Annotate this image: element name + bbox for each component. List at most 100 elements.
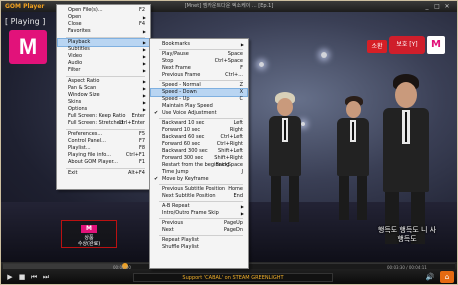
menu-item-label: Next Subtitle Position bbox=[162, 193, 216, 199]
menu-item-label: Audio bbox=[68, 60, 83, 66]
submenu-arrow-icon: ▶ bbox=[142, 100, 146, 105]
menu-separator bbox=[159, 80, 243, 81]
ad-banner[interactable]: Support 'CABAL' on STEAM GREENLIGHT bbox=[133, 273, 333, 282]
menu-item-repeat-playlist[interactable]: Repeat Playlist bbox=[151, 237, 247, 244]
volume-icon[interactable]: 🔊 bbox=[425, 272, 435, 282]
menu-item-maintain-play-speed[interactable]: Maintain Play Speed bbox=[151, 103, 247, 110]
menu-item-playlist[interactable]: Playlist... F8 bbox=[58, 145, 149, 152]
video-subtitle: 행득도 행득도 니 사 행득도 bbox=[365, 226, 449, 244]
menu-item-shuffle-playlist[interactable]: Shuffle Playlist bbox=[151, 244, 247, 251]
submenu-arrow-icon: ▶ bbox=[142, 47, 146, 52]
minimize-button[interactable]: _ bbox=[423, 3, 431, 10]
menu-item-label: About GOM Player... bbox=[68, 159, 118, 165]
menu-item-shortcut: Shift+Left bbox=[218, 148, 243, 154]
menu-item-open[interactable]: Open ▶ bbox=[58, 14, 149, 21]
menu-item-label: Bookmarks bbox=[162, 41, 190, 47]
submenu-arrow-icon: ▶ bbox=[142, 79, 146, 84]
menu-item-close[interactable]: Close F4 bbox=[58, 21, 149, 28]
menu-item-label: Backward 60 sec bbox=[162, 134, 205, 140]
menu-item-use-voice-adjustment[interactable]: ✔ Use Voice Adjustment bbox=[151, 110, 247, 117]
context-menu: Open File(s)... F2 Open ▶ Close F4 Favorites ▶ P… bbox=[56, 4, 151, 190]
menu-item-skins[interactable]: Skins ▶ bbox=[58, 99, 149, 106]
submenu-arrow-icon: ▶ bbox=[142, 93, 146, 98]
stage-light bbox=[301, 122, 305, 126]
submenu-arrow-icon: ▶ bbox=[240, 204, 244, 209]
menu-item-full-screen-stretched[interactable]: Full Screen: Stretched Ctrl+Enter bbox=[58, 120, 149, 127]
maximize-button[interactable]: □ bbox=[433, 3, 441, 10]
menu-item-full-screen-keep-ratio[interactable]: Full Screen: Keep Ratio Enter bbox=[58, 113, 149, 120]
menu-item-next-subtitle-position[interactable]: Next Subtitle Position End bbox=[151, 193, 247, 200]
menu-separator bbox=[159, 184, 243, 185]
menu-item-shortcut: BackSpace bbox=[215, 162, 243, 168]
checkmark-icon: ✔ bbox=[154, 110, 159, 116]
menu-item-favorites[interactable]: Favorites ▶ bbox=[58, 28, 149, 35]
menu-item-next-frame[interactable]: Next Frame F bbox=[151, 65, 247, 72]
menu-item-label: Favorites bbox=[68, 28, 91, 34]
total-time: 00:03:30 / 00:04:11 bbox=[387, 265, 427, 270]
menu-item-bookmarks[interactable]: Bookmarks ▶ bbox=[151, 41, 247, 48]
submenu-arrow-icon: ▶ bbox=[240, 211, 244, 216]
menu-item-shortcut: F2 bbox=[138, 7, 145, 13]
playback-submenu: Bookmarks ▶ Play/Pause Space Stop Ctrl+Space N… bbox=[149, 38, 249, 269]
menu-separator bbox=[159, 118, 243, 119]
menu-item-pan-scan[interactable]: Pan & Scan ▶ bbox=[58, 85, 149, 92]
play-icon[interactable]: ▶ bbox=[5, 272, 15, 282]
menu-item-backward-10-sec[interactable]: Backward 10 sec Left bbox=[151, 120, 247, 127]
menu-item-play-pause[interactable]: Play/Pause Space bbox=[151, 51, 247, 58]
menu-item-control-panel[interactable]: Control Panel... F7 bbox=[58, 138, 149, 145]
menu-item-time-jump[interactable]: Time Jump J bbox=[151, 169, 247, 176]
menu-item-next[interactable]: Next PageDn bbox=[151, 227, 247, 234]
menu-item-video[interactable]: Video ▶ bbox=[58, 53, 149, 60]
close-button[interactable]: ✕ bbox=[443, 3, 451, 10]
menu-item-previous[interactable]: Previous PageUp bbox=[151, 220, 247, 227]
menu-item-label: Open File(s)... bbox=[68, 7, 103, 13]
menu-item-shortcut: F8 bbox=[138, 145, 145, 151]
menu-item-playback[interactable]: Playback ▶ bbox=[57, 38, 150, 47]
menu-item-previous-subtitle-position[interactable]: Previous Subtitle Position Home bbox=[151, 186, 247, 193]
menu-item-label: Skins bbox=[68, 99, 82, 105]
previous-icon[interactable]: ⏮ bbox=[29, 272, 39, 282]
playing-status-label: [ Playing ] bbox=[5, 17, 46, 26]
menu-item-a-b-repeat[interactable]: A-B Repeat ▶ bbox=[151, 203, 247, 210]
menu-item-subtitles[interactable]: Subtitles ▶ bbox=[58, 46, 149, 53]
menu-item-shortcut: C bbox=[239, 96, 244, 102]
menu-item-label: Close bbox=[68, 21, 82, 27]
menu-item-previous-frame[interactable]: Previous Frame Ctrl+... bbox=[151, 72, 247, 79]
next-icon[interactable]: ⏭ bbox=[41, 272, 51, 282]
menu-item-label: Window Size bbox=[68, 92, 100, 98]
menu-item-preferences[interactable]: Preferences... F5 bbox=[58, 131, 149, 138]
menu-item-forward-300-sec[interactable]: Forward 300 sec Shift+Right bbox=[151, 155, 247, 162]
app-logo[interactable]: GOM Player bbox=[5, 3, 44, 10]
menu-item-about-gom-player[interactable]: About GOM Player... F1 bbox=[58, 159, 149, 166]
menu-item-filter[interactable]: Filter ▶ bbox=[58, 67, 149, 74]
menu-item-label: Playback bbox=[68, 39, 91, 45]
menu-item-speed-normal[interactable]: Speed - Normal Z bbox=[151, 82, 247, 89]
menu-item-label: Maintain Play Speed bbox=[162, 103, 213, 109]
menu-separator bbox=[66, 129, 145, 130]
menu-item-shortcut: Enter bbox=[131, 113, 145, 119]
menu-item-speed-down[interactable]: Speed - Down X bbox=[150, 88, 248, 97]
menu-item-audio[interactable]: Audio ▶ bbox=[58, 60, 149, 67]
menu-item-label: Control Panel... bbox=[68, 138, 106, 144]
menu-item-stop[interactable]: Stop Ctrl+Space bbox=[151, 58, 247, 65]
menu-item-forward-60-sec[interactable]: Forward 60 sec Ctrl+Right bbox=[151, 141, 247, 148]
submenu-arrow-icon: ▶ bbox=[142, 54, 146, 59]
menu-item-open-file-s[interactable]: Open File(s)... F2 bbox=[58, 7, 149, 14]
menu-item-window-size[interactable]: Window Size ▶ bbox=[58, 92, 149, 99]
menu-item-playing-file-info[interactable]: Playing file info... Ctrl+F1 bbox=[58, 152, 149, 159]
menu-item-backward-300-sec[interactable]: Backward 300 sec Shift+Left bbox=[151, 148, 247, 155]
menu-item-options[interactable]: Options ▶ bbox=[58, 106, 149, 113]
menu-item-move-by-keyframe[interactable]: ✔ Move by Keyframe bbox=[151, 176, 247, 183]
menu-item-backward-60-sec[interactable]: Backward 60 sec Ctrl+Left bbox=[151, 134, 247, 141]
home-icon[interactable]: ⌂ bbox=[440, 271, 454, 283]
menu-item-speed-up[interactable]: Speed - Up C bbox=[151, 96, 247, 103]
menu-item-exit[interactable]: Exit Alt+F4 bbox=[58, 170, 149, 177]
menu-item-shortcut: Ctrl+F1 bbox=[125, 152, 145, 158]
menu-item-aspect-ratio[interactable]: Aspect Ratio ▶ bbox=[58, 78, 149, 85]
menu-item-forward-10-sec[interactable]: Forward 10 sec Right bbox=[151, 127, 247, 134]
menu-item-restart-from-the-beginning[interactable]: Restart from the beginning BackSpace bbox=[151, 162, 247, 169]
menu-item-label: Playlist... bbox=[68, 145, 91, 151]
menu-item-intro-outro-frame-skip[interactable]: Intro/Outro Frame Skip ▶ bbox=[151, 210, 247, 217]
menu-item-shortcut: F bbox=[240, 65, 243, 71]
stop-icon[interactable]: ■ bbox=[17, 272, 27, 282]
